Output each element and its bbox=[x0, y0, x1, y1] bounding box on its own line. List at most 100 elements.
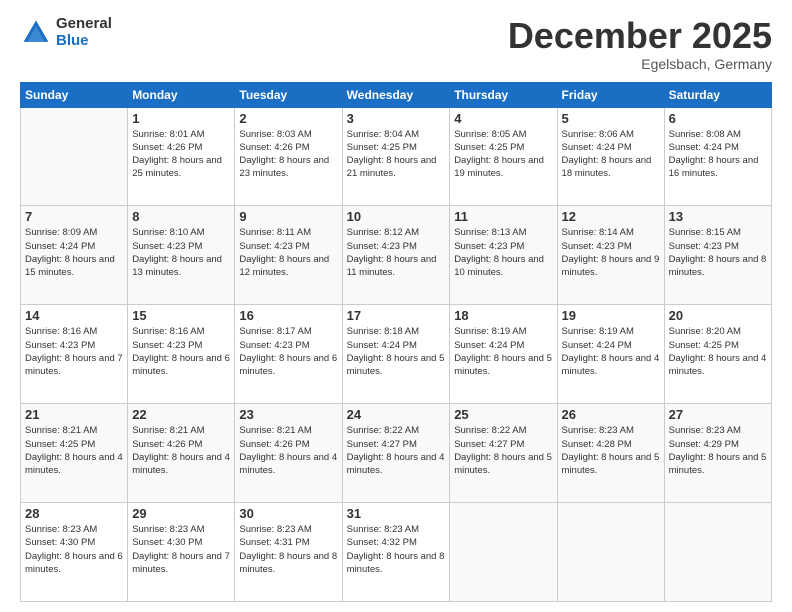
day-number: 30 bbox=[239, 506, 337, 521]
day-number: 15 bbox=[132, 308, 230, 323]
day-number: 29 bbox=[132, 506, 230, 521]
calendar-cell: 24Sunrise: 8:22 AMSunset: 4:27 PMDayligh… bbox=[342, 404, 450, 503]
month-title: December 2025 bbox=[508, 16, 772, 56]
col-tuesday: Tuesday bbox=[235, 82, 342, 107]
day-info: Sunrise: 8:23 AMSunset: 4:30 PMDaylight:… bbox=[25, 523, 123, 576]
week-row-4: 28Sunrise: 8:23 AMSunset: 4:30 PMDayligh… bbox=[21, 503, 772, 602]
calendar-cell bbox=[664, 503, 771, 602]
day-info: Sunrise: 8:13 AMSunset: 4:23 PMDaylight:… bbox=[454, 226, 552, 279]
calendar-cell bbox=[21, 107, 128, 206]
day-number: 1 bbox=[132, 111, 230, 126]
day-number: 16 bbox=[239, 308, 337, 323]
calendar-cell: 10 Sunrise: 8:12 AMSunset: 4:23 PMDayligh… bbox=[342, 206, 450, 305]
day-info: Sunrise: 8:21 AMSunset: 4:25 PMDaylight:… bbox=[25, 424, 123, 477]
calendar-cell: 22 Sunrise: 8:21 AMSunset: 4:26 PMDayligh… bbox=[128, 404, 235, 503]
day-info: Sunrise: 8:23 AMSunset: 4:29 PMDaylight:… bbox=[669, 424, 767, 477]
day-info: Sunrise: 8:23 AMSunset: 4:31 PMDaylight:… bbox=[239, 523, 337, 576]
day-info: Sunrise: 8:16 AMSunset: 4:23 PMDaylight:… bbox=[132, 325, 230, 378]
day-number: 11 bbox=[454, 209, 552, 224]
week-row-1: 7Sunrise: 8:09 AMSunset: 4:24 PMDaylight… bbox=[21, 206, 772, 305]
calendar-cell: 2Sunrise: 8:03 AMSunset: 4:26 PMDaylight… bbox=[235, 107, 342, 206]
calendar-cell: 20Sunrise: 8:20 AMSunset: 4:25 PMDayligh… bbox=[664, 305, 771, 404]
day-info: Sunrise: 8:21 AMSunset: 4:26 PMDaylight:… bbox=[239, 424, 337, 477]
day-info: Sunrise: 8:01 AMSunset: 4:26 PMDaylight:… bbox=[132, 128, 230, 181]
logo-icon bbox=[20, 17, 52, 49]
day-info: Sunrise: 8:19 AMSunset: 4:24 PMDaylight:… bbox=[454, 325, 552, 378]
day-number: 4 bbox=[454, 111, 552, 126]
day-number: 17 bbox=[347, 308, 446, 323]
day-number: 10 bbox=[347, 209, 446, 224]
day-number: 19 bbox=[562, 308, 660, 323]
calendar-cell: 3Sunrise: 8:04 AMSunset: 4:25 PMDaylight… bbox=[342, 107, 450, 206]
logo-blue-text: Blue bbox=[56, 33, 112, 50]
day-info: Sunrise: 8:15 AMSunset: 4:23 PMDaylight:… bbox=[669, 226, 767, 279]
logo-text: General Blue bbox=[56, 16, 112, 49]
day-info: Sunrise: 8:05 AMSunset: 4:25 PMDaylight:… bbox=[454, 128, 552, 181]
day-number: 6 bbox=[669, 111, 767, 126]
calendar-cell: 19 Sunrise: 8:19 AMSunset: 4:24 PMDayligh… bbox=[557, 305, 664, 404]
day-info: Sunrise: 8:09 AMSunset: 4:24 PMDaylight:… bbox=[25, 226, 123, 279]
day-number: 8 bbox=[132, 209, 230, 224]
calendar-cell bbox=[557, 503, 664, 602]
day-info: Sunrise: 8:23 AMSunset: 4:28 PMDaylight:… bbox=[562, 424, 660, 477]
day-number: 21 bbox=[25, 407, 123, 422]
calendar-cell: 5 Sunrise: 8:06 AMSunset: 4:24 PMDaylight… bbox=[557, 107, 664, 206]
day-number: 25 bbox=[454, 407, 552, 422]
day-number: 13 bbox=[669, 209, 767, 224]
week-row-2: 14 Sunrise: 8:16 AMSunset: 4:23 PMDayligh… bbox=[21, 305, 772, 404]
day-number: 9 bbox=[239, 209, 337, 224]
day-info: Sunrise: 8:16 AMSunset: 4:23 PMDaylight:… bbox=[25, 325, 123, 378]
col-wednesday: Wednesday bbox=[342, 82, 450, 107]
calendar-cell: 11 Sunrise: 8:13 AMSunset: 4:23 PMDayligh… bbox=[450, 206, 557, 305]
calendar-cell: 1 Sunrise: 8:01 AMSunset: 4:26 PMDaylight… bbox=[128, 107, 235, 206]
logo: General Blue bbox=[20, 16, 112, 49]
calendar-cell: 14 Sunrise: 8:16 AMSunset: 4:23 PMDayligh… bbox=[21, 305, 128, 404]
calendar-cell: 31Sunrise: 8:23 AMSunset: 4:32 PMDayligh… bbox=[342, 503, 450, 602]
calendar-cell: 30 Sunrise: 8:23 AMSunset: 4:31 PMDayligh… bbox=[235, 503, 342, 602]
calendar-cell: 29 Sunrise: 8:23 AMSunset: 4:30 PMDayligh… bbox=[128, 503, 235, 602]
calendar-cell: 16 Sunrise: 8:17 AMSunset: 4:23 PMDayligh… bbox=[235, 305, 342, 404]
day-number: 27 bbox=[669, 407, 767, 422]
calendar-cell: 9 Sunrise: 8:11 AMSunset: 4:23 PMDaylight… bbox=[235, 206, 342, 305]
day-number: 26 bbox=[562, 407, 660, 422]
day-number: 14 bbox=[25, 308, 123, 323]
calendar-cell: 21 Sunrise: 8:21 AMSunset: 4:25 PMDayligh… bbox=[21, 404, 128, 503]
calendar-header-row: Sunday Monday Tuesday Wednesday Thursday… bbox=[21, 82, 772, 107]
day-number: 22 bbox=[132, 407, 230, 422]
col-thursday: Thursday bbox=[450, 82, 557, 107]
day-info: Sunrise: 8:08 AMSunset: 4:24 PMDaylight:… bbox=[669, 128, 767, 181]
calendar-cell: 6 Sunrise: 8:08 AMSunset: 4:24 PMDaylight… bbox=[664, 107, 771, 206]
calendar-cell: 28Sunrise: 8:23 AMSunset: 4:30 PMDayligh… bbox=[21, 503, 128, 602]
location-subtitle: Egelsbach, Germany bbox=[508, 56, 772, 72]
day-info: Sunrise: 8:06 AMSunset: 4:24 PMDaylight:… bbox=[562, 128, 660, 181]
day-number: 5 bbox=[562, 111, 660, 126]
day-info: Sunrise: 8:10 AMSunset: 4:23 PMDaylight:… bbox=[132, 226, 230, 279]
day-info: Sunrise: 8:17 AMSunset: 4:23 PMDaylight:… bbox=[239, 325, 337, 378]
calendar-cell: 23 Sunrise: 8:21 AMSunset: 4:26 PMDayligh… bbox=[235, 404, 342, 503]
day-info: Sunrise: 8:22 AMSunset: 4:27 PMDaylight:… bbox=[454, 424, 552, 477]
col-monday: Monday bbox=[128, 82, 235, 107]
calendar-cell: 17Sunrise: 8:18 AMSunset: 4:24 PMDayligh… bbox=[342, 305, 450, 404]
week-row-0: 1 Sunrise: 8:01 AMSunset: 4:26 PMDaylight… bbox=[21, 107, 772, 206]
calendar-cell: 4 Sunrise: 8:05 AMSunset: 4:25 PMDaylight… bbox=[450, 107, 557, 206]
calendar-cell: 15 Sunrise: 8:16 AMSunset: 4:23 PMDayligh… bbox=[128, 305, 235, 404]
calendar-cell: 7Sunrise: 8:09 AMSunset: 4:24 PMDaylight… bbox=[21, 206, 128, 305]
day-info: Sunrise: 8:19 AMSunset: 4:24 PMDaylight:… bbox=[562, 325, 660, 378]
calendar-cell: 13 Sunrise: 8:15 AMSunset: 4:23 PMDayligh… bbox=[664, 206, 771, 305]
day-info: Sunrise: 8:23 AMSunset: 4:30 PMDaylight:… bbox=[132, 523, 230, 576]
day-info: Sunrise: 8:22 AMSunset: 4:27 PMDaylight:… bbox=[347, 424, 446, 477]
day-info: Sunrise: 8:20 AMSunset: 4:25 PMDaylight:… bbox=[669, 325, 767, 378]
header: General Blue December 2025 Egelsbach, Ge… bbox=[20, 16, 772, 72]
calendar-cell: 26 Sunrise: 8:23 AMSunset: 4:28 PMDayligh… bbox=[557, 404, 664, 503]
day-info: Sunrise: 8:21 AMSunset: 4:26 PMDaylight:… bbox=[132, 424, 230, 477]
day-number: 18 bbox=[454, 308, 552, 323]
calendar-cell: 25 Sunrise: 8:22 AMSunset: 4:27 PMDayligh… bbox=[450, 404, 557, 503]
calendar-cell: 12Sunrise: 8:14 AMSunset: 4:23 PMDayligh… bbox=[557, 206, 664, 305]
col-sunday: Sunday bbox=[21, 82, 128, 107]
title-block: December 2025 Egelsbach, Germany bbox=[508, 16, 772, 72]
day-info: Sunrise: 8:03 AMSunset: 4:26 PMDaylight:… bbox=[239, 128, 337, 181]
day-number: 3 bbox=[347, 111, 446, 126]
day-info: Sunrise: 8:12 AMSunset: 4:23 PMDaylight:… bbox=[347, 226, 446, 279]
day-number: 23 bbox=[239, 407, 337, 422]
day-info: Sunrise: 8:11 AMSunset: 4:23 PMDaylight:… bbox=[239, 226, 337, 279]
